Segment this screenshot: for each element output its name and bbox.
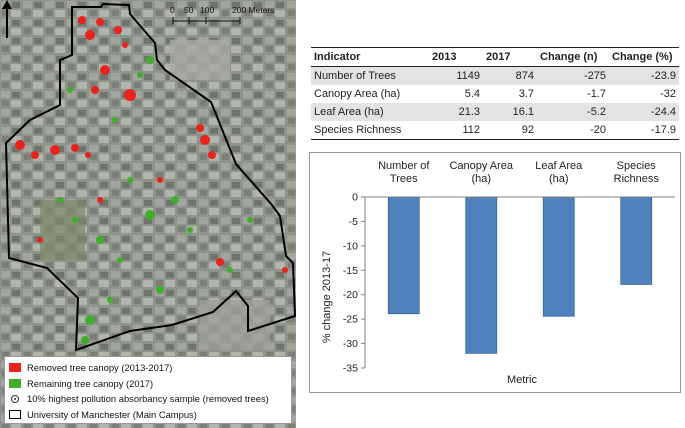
table-cell: 3.7 [518, 88, 534, 100]
category-label: Canopy Area (ha) [449, 160, 513, 185]
y-tick-label: 0 [352, 192, 358, 204]
legend-label: 10% highest pollution absorbancy sample … [27, 393, 269, 405]
table-row: Species Richness 112 92 -20 -17.9 [311, 121, 679, 140]
table-cell: -1.7 [587, 88, 606, 100]
table-cell: Canopy Area (ha) [314, 88, 401, 100]
legend-label: Removed tree canopy (2013-2017) [27, 362, 173, 374]
table-cell: 1149 [429, 66, 483, 85]
category-labels: Number of Trees Canopy Area (ha) Leaf Area (h… [378, 160, 659, 185]
table-row: Number of Trees 1149 874 -275 -23.9 [311, 66, 679, 85]
bars [365, 196, 675, 354]
legend-item-campus: University of Manchester (Main Campus) [9, 407, 287, 423]
bar-chart: 0 -5 -10 -15 -20 -25 -30 -35 Number of Trees Cano… [309, 152, 681, 393]
y-tick-label: -35 [343, 363, 358, 375]
y-tick-label: -30 [343, 338, 358, 350]
category-label: Number of Trees [378, 160, 430, 185]
y-axis: 0 -5 -10 -15 -20 -25 -30 -35 [343, 192, 366, 375]
x-axis-title: Metric [507, 374, 537, 386]
table-cell: -24.4 [609, 103, 679, 121]
green-square-icon [9, 378, 21, 388]
table-row: Leaf Area (ha) 21.3 16.1 -5.2 -24.4 [311, 103, 679, 121]
table-cell: Species Richness [311, 121, 429, 140]
campus-map: 0 50 100 200 Meters Removed tree canopy … [0, 0, 296, 428]
y-axis-title: % change 2013-17 [321, 251, 333, 343]
table-cell: 16.1 [483, 103, 537, 121]
table-cell: Leaf Area (ha) [311, 103, 429, 121]
indicator-table: Indicator 2013 2017 Change (n) Change (%… [311, 47, 679, 140]
legend-label: University of Manchester (Main Campus) [27, 408, 197, 420]
table-header-row: Indicator 2013 2017 Change (n) Change (%… [311, 47, 679, 67]
table-cell: -5.2 [537, 103, 609, 121]
header-change-pct: Change (%) [609, 47, 679, 67]
category-label: Species Richness [614, 160, 660, 185]
table-cell: -32 [660, 88, 676, 100]
header-2017: 2017 [483, 47, 537, 67]
y-tick-label: -5 [349, 216, 358, 228]
north-arrow-icon [2, 0, 12, 38]
legend-item-remaining: Remaining tree canopy (2017) [9, 376, 287, 392]
y-tick-label: -15 [343, 265, 358, 277]
table-cell: -20 [537, 121, 609, 140]
legend-item-sample: 10% highest pollution absorbancy sample … [9, 391, 287, 407]
y-tick-label: -25 [343, 314, 358, 326]
outline-box-icon [9, 409, 21, 419]
table-row: Canopy Area (ha) 5.4 3.7 -1.7 -32 [311, 85, 679, 103]
bar [387, 196, 420, 315]
header-2013: 2013 [429, 47, 483, 67]
dot-circle-icon [9, 393, 21, 404]
bar [620, 196, 653, 285]
table-cell: 21.3 [429, 103, 483, 121]
table-cell: Number of Trees [311, 66, 429, 85]
y-tick-label: -20 [343, 289, 358, 301]
map-legend: Removed tree canopy (2013-2017) Remainin… [4, 356, 292, 424]
table-cell: 92 [483, 121, 537, 140]
table-cell: -17.9 [609, 121, 679, 140]
bar [542, 196, 575, 317]
table-cell: -23.9 [609, 66, 679, 85]
scale-ruler [172, 17, 241, 24]
header-indicator: Indicator [311, 47, 429, 67]
legend-label: Remaining tree canopy (2017) [27, 377, 154, 389]
bar-chart-svg: 0 -5 -10 -15 -20 -25 -30 -35 Number of Trees Cano… [321, 160, 675, 386]
header-change-n: Change (n) [537, 47, 609, 67]
category-label: Leaf Area (ha) [535, 160, 583, 185]
scale-bar: 0 50 100 200 Meters [170, 5, 290, 31]
legend-item-removed: Removed tree canopy (2013-2017) [9, 360, 287, 376]
y-tick-label: -10 [343, 240, 358, 252]
bar [465, 196, 498, 354]
table-cell: 5.4 [464, 88, 480, 100]
table-cell: -275 [537, 66, 609, 85]
red-square-icon [9, 363, 21, 373]
table-cell: 112 [429, 121, 483, 140]
table-cell: 874 [483, 66, 537, 85]
